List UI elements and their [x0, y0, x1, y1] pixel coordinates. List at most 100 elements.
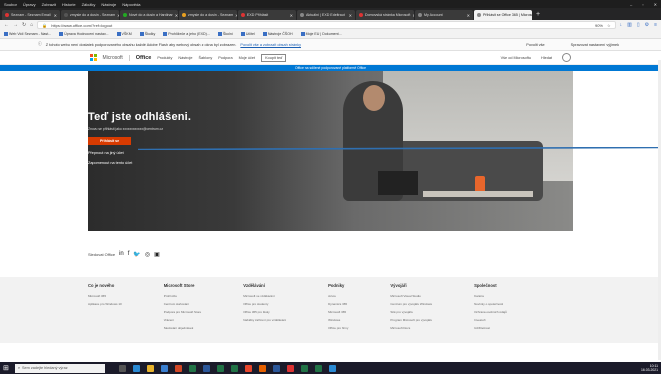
footer-link[interactable]: Windows	[328, 316, 348, 324]
bookmark-item[interactable]: Školní	[217, 32, 233, 37]
bookmark-item[interactable]: Úprava Hodnocení nastav...	[59, 32, 109, 37]
menu-item[interactable]: Zobrazit	[42, 2, 56, 7]
footer-link[interactable]: Ochrana osobních údajů	[474, 308, 507, 316]
footer-link[interactable]: Udržitelnost	[474, 324, 507, 332]
forward-icon[interactable]: →	[13, 22, 18, 28]
excel-icon[interactable]	[230, 364, 238, 372]
nav-item[interactable]: Podpora	[218, 56, 232, 60]
close-tab-icon[interactable]: ✕	[117, 13, 119, 18]
close-tab-icon[interactable]: ✕	[412, 13, 414, 18]
pdf-icon[interactable]	[286, 364, 294, 372]
bookmark-item[interactable]: Nástroje ČŠOH	[262, 32, 293, 37]
excel-icon[interactable]	[216, 364, 224, 372]
bookmark-item[interactable]: VŠKM	[116, 32, 132, 37]
footer-link[interactable]: Centrum stahování	[164, 300, 202, 308]
nav-item[interactable]: Nástroje	[178, 56, 192, 60]
close-tab-icon[interactable]: ✕	[235, 13, 237, 18]
footer-link[interactable]: Microsoft 365	[88, 292, 122, 300]
powerpoint-icon[interactable]	[174, 364, 182, 372]
store-icon[interactable]	[160, 364, 168, 372]
nav-item[interactable]: Moje účet	[239, 56, 255, 60]
brand-name[interactable]: Microsoft	[103, 55, 123, 61]
close-tab-icon[interactable]: ✕	[175, 13, 178, 18]
windows-start-icon[interactable]: ⊞	[3, 364, 9, 372]
app-icon[interactable]	[328, 364, 336, 372]
footer-link[interactable]: Microsoft Visual Studio	[390, 292, 432, 300]
menu-item[interactable]: Historie	[62, 2, 76, 7]
download-icon[interactable]: ↓	[620, 22, 623, 28]
account-icon[interactable]	[562, 53, 571, 62]
nav-item[interactable]: Produkty	[157, 56, 172, 60]
footer-link[interactable]: Nabídky zařízení pro vzdělávání	[243, 316, 286, 324]
blog-icon[interactable]: ▣	[154, 251, 160, 258]
search-link[interactable]: Hledat	[541, 56, 552, 60]
footer-link[interactable]: Office pro firmy	[328, 324, 348, 332]
footer-link[interactable]: Aplikace pro Windows 10	[88, 300, 122, 308]
bookmark-item[interactable]: Učitel	[240, 32, 255, 37]
excel-icon[interactable]	[188, 364, 196, 372]
twitter-icon[interactable]: 🐦	[133, 251, 140, 258]
buy-now-button[interactable]: Koupit teď	[261, 53, 287, 62]
bookmark-item[interactable]: Školky	[139, 32, 155, 37]
footer-link[interactable]: Profil účtu	[164, 292, 202, 300]
footer-link[interactable]: Microsoft 365	[328, 308, 348, 316]
task-view-icon[interactable]	[118, 364, 126, 372]
footer-link[interactable]: Program Microsoft pro vývojáře	[390, 316, 432, 324]
system-clock[interactable]: 10:11 16.03.2021	[641, 364, 658, 372]
url-field[interactable]: 🔒 https://www.office.com/?ref=logout 90%…	[37, 21, 616, 29]
all-microsoft-link[interactable]: Vše od Microsoftu	[501, 56, 531, 60]
browser-tab[interactable]: zmysle do a dusin - Seznam ✕	[179, 10, 237, 20]
chrome-icon[interactable]	[244, 364, 252, 372]
footer-link[interactable]: Microsoft ve vzdělávání	[243, 292, 286, 300]
close-tab-icon[interactable]: ✕	[349, 13, 352, 18]
facebook-icon[interactable]: f	[128, 251, 130, 257]
footer-link[interactable]: Novinky o společnosti	[474, 300, 507, 308]
bookmark-star-icon[interactable]: ☆	[607, 23, 611, 28]
bookmark-item[interactable]: Web Vidí Seznam - Nast...	[4, 32, 51, 37]
menu-item[interactable]: Záložky	[82, 2, 96, 7]
menu-icon[interactable]: ≡	[654, 22, 657, 28]
notification-link[interactable]: Povolit vše a zobrazit obsah stránky	[240, 43, 301, 47]
extension-icon[interactable]: ⚙	[645, 22, 649, 28]
allow-all-button[interactable]: Povolit vše	[522, 42, 548, 48]
explorer-icon[interactable]	[146, 364, 154, 372]
footer-link[interactable]: Vrácení	[164, 316, 202, 324]
browser-tab[interactable]: Domovská stránka Microsoft✕	[356, 10, 414, 20]
edge-icon[interactable]	[132, 364, 140, 372]
bookmark-item[interactable]: Prohlížeče a jeho (EXD)...	[163, 32, 210, 37]
close-tab-icon[interactable]: ✕	[290, 13, 293, 18]
nav-item[interactable]: Šablony	[199, 56, 213, 60]
footer-link[interactable]: Centrum pro vývojáře Windows	[390, 300, 432, 308]
taskbar-search[interactable]: ⌕ Sem zadejte hledaný výraz	[14, 363, 105, 373]
forget-account-link[interactable]: Zapomenout na tento účet	[88, 161, 191, 165]
sidebar-icon[interactable]: ▯	[637, 22, 640, 28]
rss-icon[interactable]: ◎	[145, 251, 150, 258]
excel-icon[interactable]	[300, 364, 308, 372]
footer-link[interactable]: Sítě pro vývojáře	[390, 308, 432, 316]
browser-tab[interactable]: Aktuální | EXD Edeltraut ✕	[297, 10, 355, 20]
library-icon[interactable]: ▥	[627, 22, 632, 28]
microsoft-logo-icon[interactable]	[90, 54, 97, 61]
close-window-icon[interactable]: ✕	[654, 2, 657, 7]
browser-tab[interactable]: My Account ✕	[415, 10, 473, 20]
menu-item[interactable]: Nástroje	[101, 2, 116, 7]
footer-link[interactable]: Kariéra	[474, 292, 507, 300]
browser-tab[interactable]: Nové do a dusin a Hardinar ✕	[120, 10, 178, 20]
manage-exceptions-button[interactable]: Spravovat nastavení výjimek	[567, 42, 623, 48]
browser-tab[interactable]: EXD Přihlásit ✕	[238, 10, 296, 20]
maximize-icon[interactable]: ▫	[642, 2, 643, 7]
footer-link[interactable]: Azure	[328, 292, 348, 300]
zoom-level[interactable]: 90%	[595, 23, 603, 28]
back-icon[interactable]: ←	[4, 22, 9, 28]
browser-tab[interactable]: zmysle do a dusin - Seznam ✕	[61, 10, 119, 20]
browser-tab[interactable]: Seznam - Seznam Email ✕	[2, 10, 60, 20]
reload-icon[interactable]: ↻	[22, 22, 26, 28]
excel-icon[interactable]	[314, 364, 322, 372]
new-tab-button[interactable]: +	[533, 11, 543, 18]
word-icon[interactable]	[202, 364, 210, 372]
linkedin-icon[interactable]: in	[119, 251, 124, 257]
bookmark-item[interactable]: Moje EU | Dokument...	[300, 32, 342, 37]
close-tab-icon[interactable]: ✕	[54, 13, 57, 18]
footer-link[interactable]: Office pro studenty	[243, 300, 286, 308]
close-tab-icon[interactable]: ✕	[467, 13, 470, 18]
